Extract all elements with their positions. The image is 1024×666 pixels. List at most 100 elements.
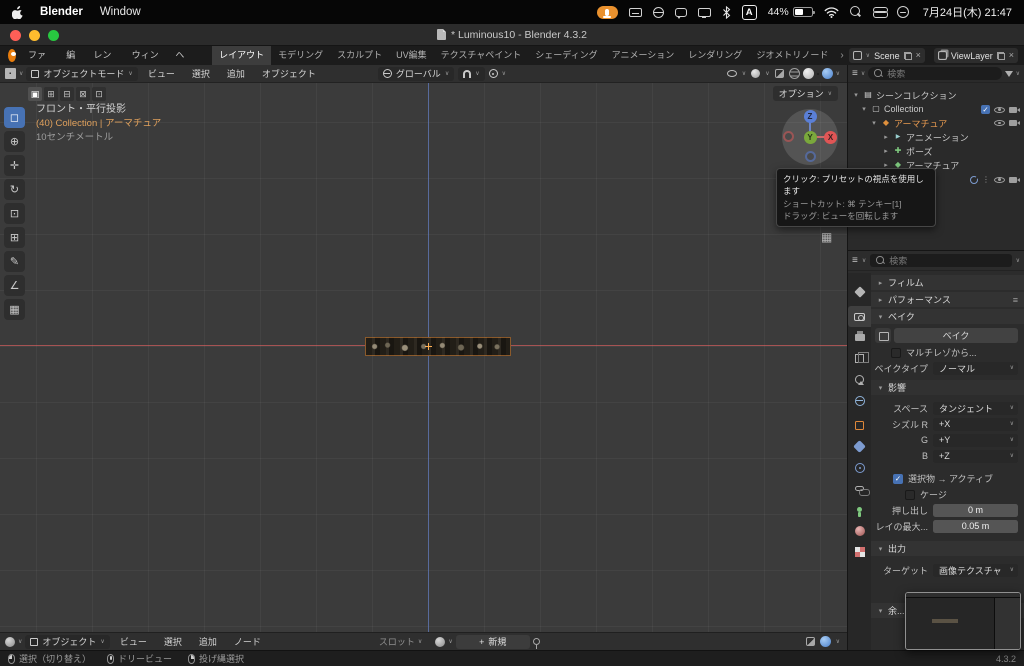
snap-dropdown[interactable]: ∨	[458, 66, 485, 81]
caret-down-icon[interactable]: ∨	[18, 639, 22, 645]
select-mode-subtract-icon[interactable]: ⊟	[60, 87, 74, 101]
viewport-menu-object[interactable]: オブジェクト	[255, 67, 323, 80]
performance-panel-header[interactable]: ▸ パフォーマンス ≡	[871, 292, 1024, 307]
add-cube-tool[interactable]: ▦	[4, 299, 25, 320]
spotlight-icon[interactable]	[849, 6, 862, 18]
workspace-tab-geometry-nodes[interactable]: ジオメトリノード	[749, 46, 835, 65]
menu-render[interactable]: レンダー	[85, 46, 123, 79]
control-center-icon[interactable]	[872, 6, 888, 18]
bake-panel-header[interactable]: ▾ ベイク	[871, 309, 1024, 324]
outliner-row-collection[interactable]: ▾ ▢ Collection ✓	[848, 102, 1024, 116]
swizzle-b-dropdown[interactable]: +Z ∨	[933, 449, 1018, 463]
selected-to-active-checkbox[interactable]: ✓	[893, 473, 903, 484]
blender-window-titlebar[interactable]: * Luminous10 - Blender 4.3.2	[0, 24, 1024, 46]
object-tab[interactable]	[848, 415, 871, 436]
solid-shading-icon[interactable]	[802, 68, 814, 79]
disable-render-icon[interactable]	[1009, 176, 1020, 184]
bake-type-dropdown[interactable]: ノーマル ∨	[933, 361, 1018, 375]
shader-type-dropdown[interactable]: オブジェクト ∨	[25, 634, 110, 649]
properties-editor-icon[interactable]: ≡	[852, 255, 858, 266]
viewport-menu-select[interactable]: 選択	[185, 67, 217, 80]
shader-menu-add[interactable]: 追加	[192, 635, 224, 648]
options-dropdown[interactable]: オプション ∨	[772, 86, 838, 101]
constraints-tab[interactable]	[848, 478, 871, 499]
outliner-row-armature-object[interactable]: ▾ ◆ アーマチュア	[848, 116, 1024, 130]
workspace-tab-uv-editing[interactable]: UV編集	[389, 46, 434, 65]
fullscreen-window-button[interactable]	[48, 30, 59, 41]
measure-tool[interactable]: ∠	[4, 275, 25, 296]
select-mode-intersect-icon[interactable]: ⊡	[92, 87, 106, 101]
row-label[interactable]: アーマチュア	[894, 117, 947, 130]
outliner-row-scene-collection[interactable]: ▾ ▤ シーンコレクション	[848, 88, 1024, 102]
new-scene-button[interactable]	[903, 51, 912, 60]
swizzle-g-dropdown[interactable]: +Y ∨	[933, 433, 1018, 447]
shader-menu-node[interactable]: ノード	[227, 635, 268, 648]
caret-down-icon[interactable]: ∨	[1016, 71, 1020, 77]
gizmo-x-axis[interactable]: X	[824, 130, 837, 144]
scene-tab[interactable]	[848, 369, 871, 390]
caret-down-icon[interactable]: ∨	[448, 639, 452, 645]
gizmo-z-axis[interactable]: Z	[803, 110, 817, 123]
viewport-3d[interactable]: ▣ ⊞ ⊟ ⊠ ⊡ フロント・平行投影 (40) Collection | アー…	[0, 83, 847, 632]
expand-icon[interactable]: ▾	[852, 91, 860, 99]
render-tab[interactable]	[848, 306, 871, 327]
view-layer-selector[interactable]: ViewLayer ×	[933, 48, 1018, 63]
expand-icon[interactable]: ▾	[870, 119, 878, 127]
workspace-tab-rendering[interactable]: レンダリング	[681, 46, 749, 65]
select-mode-set-icon[interactable]: ▣	[28, 87, 42, 101]
overlays-icon[interactable]	[751, 69, 761, 78]
object-visibility-icon[interactable]	[726, 70, 737, 77]
menu-edit[interactable]: 編集	[58, 46, 85, 79]
caret-down-icon[interactable]: ∨	[1016, 258, 1020, 264]
collection-checkbox[interactable]: ✓	[981, 105, 990, 114]
cage-checkbox[interactable]	[905, 489, 915, 500]
menu-file[interactable]: ファイル	[20, 46, 58, 79]
extrusion-field[interactable]: 0 m	[933, 503, 1018, 517]
modifiers-tab[interactable]	[848, 436, 871, 457]
output-panel-header[interactable]: ▾ 出力	[871, 541, 1024, 556]
chat-icon[interactable]	[674, 7, 687, 19]
preset-list-icon[interactable]: ≡	[1013, 295, 1018, 305]
caret-down-icon[interactable]: ∨	[742, 71, 746, 77]
keyboard-icon[interactable]	[628, 7, 642, 17]
workspace-tab-texture-paint[interactable]: テクスチャペイント	[434, 46, 529, 65]
unlink-scene-button[interactable]: ×	[916, 51, 921, 60]
swizzle-r-dropdown[interactable]: +X ∨	[933, 417, 1018, 431]
menu-window[interactable]: ウィンドウ	[124, 46, 168, 79]
properties-search-input[interactable]: 検索	[870, 254, 1012, 267]
row-label[interactable]: アニメーション	[906, 131, 969, 144]
row-label[interactable]: シーンコレクション	[876, 89, 957, 102]
annotate-tool[interactable]: ✎	[4, 251, 25, 272]
preview-sphere-icon[interactable]	[819, 636, 831, 647]
texture-tab[interactable]	[848, 541, 871, 562]
cursor-tool[interactable]: ⊕	[4, 131, 25, 152]
mode-dropdown[interactable]: オブジェクトモード ∨	[26, 66, 138, 81]
hide-viewport-icon[interactable]	[994, 106, 1005, 114]
globe-icon[interactable]	[652, 6, 664, 18]
caret-down-icon[interactable]: ∨	[502, 71, 506, 77]
workspace-tab-layout[interactable]: レイアウト	[212, 46, 272, 65]
filter-icon[interactable]	[1004, 70, 1013, 77]
workspace-tab-shading[interactable]: シェーディング	[528, 46, 604, 65]
view-layer-tab[interactable]	[848, 348, 871, 369]
siri-icon[interactable]	[896, 6, 909, 18]
caret-down-icon[interactable]: ∨	[765, 71, 769, 77]
app-menu-title[interactable]: Blender	[40, 6, 83, 18]
object-data-tab[interactable]	[848, 499, 871, 520]
caret-down-icon[interactable]: ∨	[836, 639, 840, 645]
new-material-button[interactable]: + 新規	[455, 634, 530, 649]
space-dropdown[interactable]: タンジェント ∨	[933, 401, 1018, 415]
outliner-row-pose[interactable]: ▸ ✚ ポーズ	[848, 144, 1024, 158]
workspace-tab-animation[interactable]: アニメーション	[605, 46, 682, 65]
row-label[interactable]: ポーズ	[906, 145, 933, 158]
outliner-search-input[interactable]: 検索	[868, 67, 1002, 80]
gizmo-y-axis[interactable]: Y	[803, 130, 817, 144]
bake-render-icon[interactable]	[875, 328, 891, 343]
output-tab[interactable]	[848, 327, 871, 348]
shader-menu-select[interactable]: 選択	[157, 635, 189, 648]
target-dropdown[interactable]: 画像テクスチャ ∨	[933, 563, 1018, 577]
proportional-edit-icon[interactable]	[488, 69, 498, 78]
slot-label[interactable]: スロット	[379, 635, 415, 648]
expand-icon[interactable]: ▸	[882, 147, 890, 155]
battery-indicator[interactable]: 44%	[768, 6, 815, 18]
